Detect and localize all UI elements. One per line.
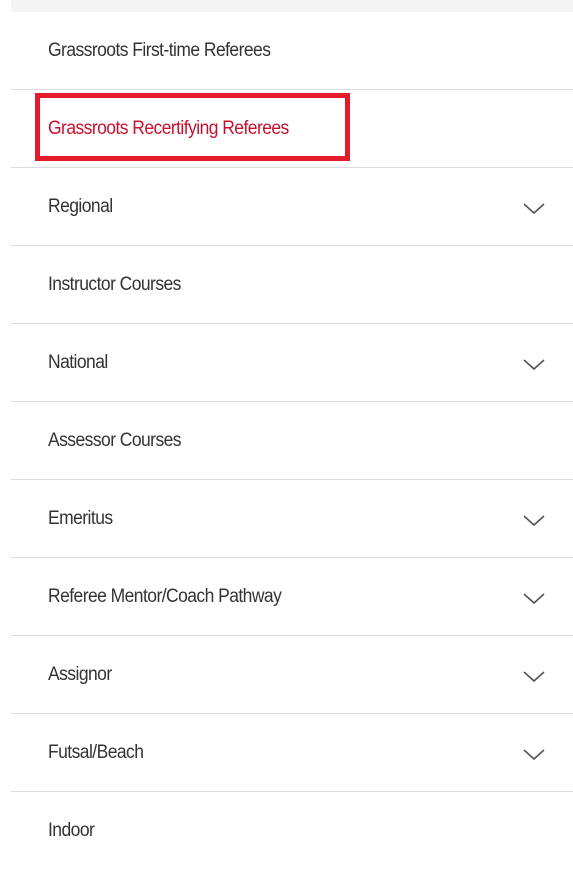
menu-item-instructor-courses[interactable]: Instructor Courses [11,246,573,324]
menu-item-label: Emeritus [48,508,113,529]
menu-item-national[interactable]: National [11,324,573,402]
menu-item-indoor[interactable]: Indoor [11,792,573,870]
menu-item-label: Assessor Courses [48,430,182,451]
chevron-down-icon[interactable] [523,203,545,215]
menu-item-grassroots-first-time-referees[interactable]: Grassroots First-time Referees [11,12,573,90]
menu-item-label: Instructor Courses [48,274,181,295]
menu-item-label: Grassroots Recertifying Referees [48,118,289,139]
chevron-down-icon[interactable] [523,593,545,605]
chevron-down-icon[interactable] [523,749,545,761]
chevron-down-icon[interactable] [523,671,545,683]
menu-item-label: Assignor [48,664,112,685]
menu-item-assessor-courses[interactable]: Assessor Courses [11,402,573,480]
menu-item-futsal-beach[interactable]: Futsal/Beach [11,714,573,792]
menu-item-label: Futsal/Beach [48,742,144,763]
menu-item-label: Referee Mentor/Coach Pathway [48,586,282,607]
menu-item-label: Grassroots First-time Referees [48,40,271,61]
menu-item-assignor[interactable]: Assignor [11,636,573,714]
top-strip [11,0,573,12]
menu-item-label: Regional [48,196,113,217]
menu-item-emeritus[interactable]: Emeritus [11,480,573,558]
chevron-down-icon[interactable] [523,515,545,527]
menu-item-label: National [48,352,108,373]
menu-item-label: Indoor [48,820,95,841]
menu-item-regional[interactable]: Regional [11,168,573,246]
menu-item-referee-mentor-coach-pathway[interactable]: Referee Mentor/Coach Pathway [11,558,573,636]
menu-item-grassroots-recertifying-referees[interactable]: Grassroots Recertifying Referees [11,90,573,168]
chevron-down-icon[interactable] [523,359,545,371]
course-menu: Grassroots First-time Referees Grassroot… [11,12,573,870]
